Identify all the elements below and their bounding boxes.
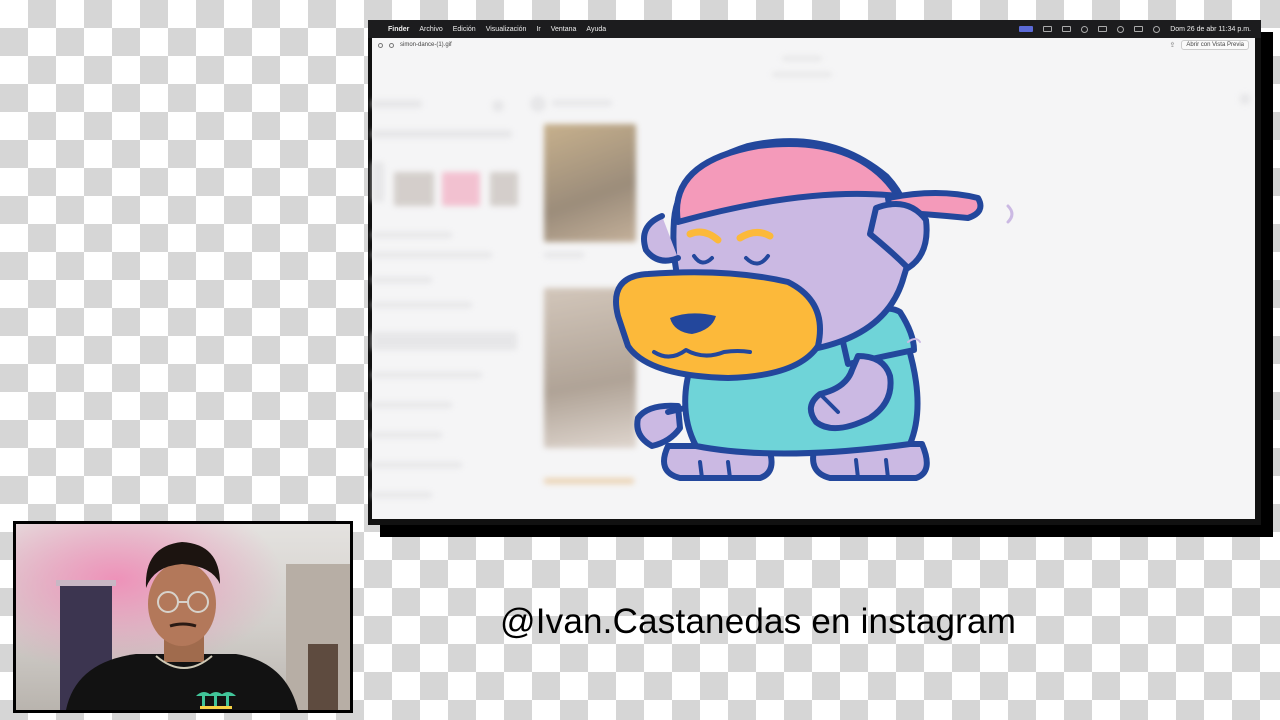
open-with-preview-button[interactable]: Abrir con Vista Previa bbox=[1181, 40, 1249, 50]
screen-record-icon[interactable] bbox=[1019, 26, 1034, 32]
menu-finder[interactable]: Finder bbox=[388, 26, 409, 33]
menu-ayuda[interactable]: Ayuda bbox=[586, 26, 606, 33]
quick-look-filename: simon-dance-(1).gif bbox=[400, 42, 452, 48]
tray-app-icon[interactable] bbox=[1043, 26, 1053, 32]
wifi-icon[interactable] bbox=[1098, 26, 1108, 32]
dancing-bear-gif bbox=[613, 138, 1014, 481]
siri-icon[interactable] bbox=[1153, 25, 1161, 33]
webcam-feed bbox=[13, 521, 353, 713]
macos-menu-bar: Finder Archivo Edición Visualización Ir … bbox=[368, 20, 1261, 38]
screen-recording-window: Finder Archivo Edición Visualización Ir … bbox=[368, 20, 1261, 525]
webcam-person-illustration bbox=[16, 524, 350, 710]
close-icon[interactable] bbox=[378, 42, 383, 48]
quick-look-window: simon-dance-(1).gif ⇪ Abrir con Vista Pr… bbox=[372, 38, 1255, 519]
menu-bar-clock[interactable]: Dom 26 de abr 11:34 p.m. bbox=[1170, 26, 1251, 33]
share-icon[interactable]: ⇪ bbox=[1170, 41, 1176, 49]
menu-visualizacion[interactable]: Visualización bbox=[486, 26, 527, 33]
menu-archivo[interactable]: Archivo bbox=[419, 26, 442, 33]
search-icon[interactable] bbox=[1117, 25, 1125, 33]
fullscreen-icon[interactable] bbox=[389, 42, 394, 48]
menu-ir[interactable]: Ir bbox=[536, 26, 540, 33]
bluetooth-icon[interactable] bbox=[1081, 25, 1089, 33]
battery-icon[interactable] bbox=[1062, 26, 1072, 32]
menu-ventana[interactable]: Ventana bbox=[551, 26, 577, 33]
quick-look-toolbar: simon-dance-(1).gif ⇪ Abrir con Vista Pr… bbox=[372, 38, 1255, 52]
menu-edicion[interactable]: Edición bbox=[453, 26, 476, 33]
instagram-handle-caption: @Ivan.Castanedas en instagram bbox=[500, 602, 1017, 641]
control-center-icon[interactable] bbox=[1134, 26, 1144, 32]
